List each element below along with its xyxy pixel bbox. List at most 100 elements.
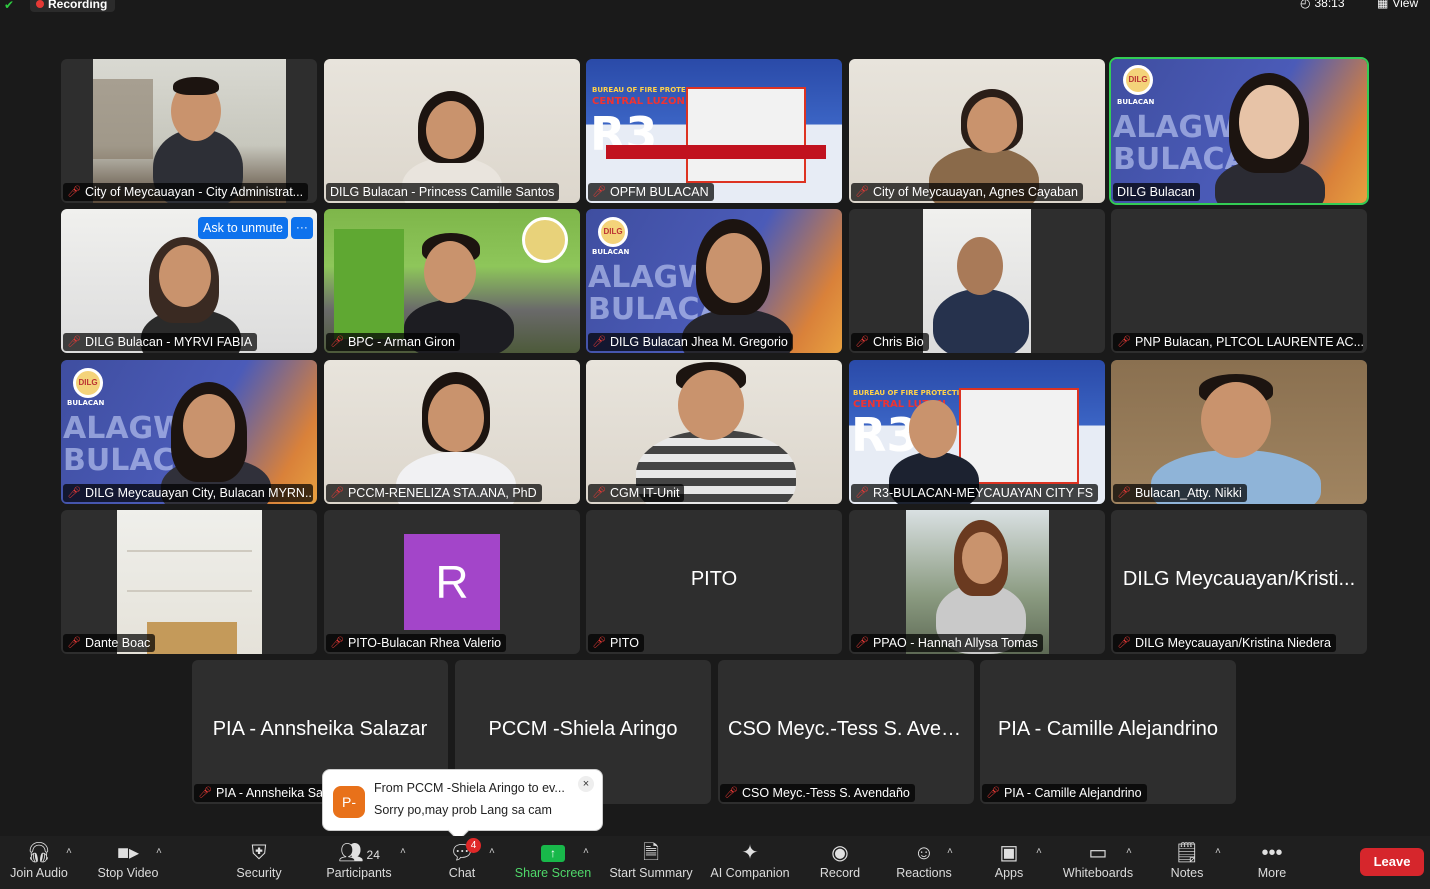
video-tile[interactable]: 🎤︎ Bulacan_Atty. Nikki [1111,360,1367,504]
video-tile[interactable]: 🎤︎ BPC - Arman Giron [324,209,580,353]
video-tile[interactable]: DILG Meycauayan/Kristi... 🎤︎ DILG Meycaua… [1111,510,1367,654]
clock-icon: ◴ [1300,0,1311,10]
chat-notification-message: Sorry po,may prob Lang sa cam [374,803,552,817]
view-button[interactable]: ▦ View [1377,0,1418,10]
chat-notification[interactable]: P- From PCCM -Shiela Aringo to ev... Sor… [322,769,603,831]
close-notification-button[interactable]: × [578,776,594,792]
video-tile[interactable]: 🎤︎ CGM IT-Unit [586,360,842,504]
participant-name: 🎤︎ R3-BULACAN-MEYCAUAYAN CITY FS [851,484,1099,502]
record-button[interactable]: ◉ Record [814,836,866,889]
chevron-up-icon[interactable]: ˄ [400,846,406,857]
video-tile[interactable]: 🎤︎ PNP Bulacan, PLTCOL LAURENTE AC... [1111,209,1367,353]
video-camera-icon: ■▸ [116,842,140,864]
chevron-up-icon[interactable]: ˄ [1126,846,1132,857]
video-tile[interactable]: 🎤︎ City of Meycauayan, Agnes Cayaban [849,59,1105,203]
security-button[interactable]: ⛨ Security [226,836,292,889]
participant-name: 🎤︎ CSO Meyc.-Tess S. Avendaño [720,784,915,802]
video-feed [923,209,1031,353]
video-tile[interactable]: DILG BULACAN ALAGWA BULACAN 🎤︎ DILG Meyca… [61,360,317,504]
chevron-up-icon[interactable]: ˄ [1215,846,1221,857]
chevron-up-icon[interactable]: ˄ [1036,846,1042,857]
fire-region-text: CENTRAL LUZON [592,96,685,107]
dilg-logo: DILG [598,217,628,247]
start-summary-button[interactable]: 🗎︎ Start Summary [606,836,696,889]
video-tile[interactable]: BUREAU OF FIRE PROTECTION CENTRAL LUZON … [849,360,1105,504]
dilg-logo: DILG [1123,65,1153,95]
view-label: View [1392,0,1419,10]
video-tile[interactable]: PITO 🎤︎ PITO [586,510,842,654]
join-audio-button[interactable]: 🎧︎ Join Audio [4,836,74,889]
apps-button[interactable]: ▣ Apps [988,836,1030,889]
video-feed: DILG BULACAN ALAGWA BULACAN [61,360,317,504]
muted-mic-icon: 🎤︎ [986,787,1000,799]
video-tile[interactable]: 🎤︎ City of Meycauayan - City Administrat.… [61,59,317,203]
muted-mic-icon: 🎤︎ [330,487,344,499]
video-feed: BUREAU OF FIRE PROTECTION CENTRAL LUZON … [586,59,842,203]
video-feed [324,209,580,353]
video-feed [117,510,262,654]
video-tile[interactable]: 🎤︎ Dante Boac [61,510,317,654]
dilg-logo: DILG [73,368,103,398]
video-feed [586,360,842,504]
chat-unread-badge: 4 [466,838,481,853]
chevron-up-icon[interactable]: ˄ [66,846,72,857]
ai-companion-button[interactable]: ✦ AI Companion [706,836,794,889]
chevron-up-icon[interactable]: ˄ [947,846,953,857]
video-feed: DILG BULACAN ALAGWA BULACAN [1111,59,1367,203]
sender-avatar: P- [333,786,365,818]
video-tile[interactable]: PIA - Camille Alejandrino 🎤︎ PIA - Camill… [980,660,1236,804]
participant-name: 🎤︎ PITO-Bulacan Rhea Valerio [326,634,507,652]
participant-display-name: DILG Meycauayan/Kristi... [1122,568,1356,590]
chevron-up-icon[interactable]: ˄ [156,846,162,857]
muted-mic-icon: 🎤︎ [592,637,606,649]
participants-button[interactable]: 👥︎ 24 Participants [320,836,398,889]
participant-display-name: PITO [690,568,738,590]
video-tile[interactable]: 🎤︎ Chris Bio [849,209,1105,353]
shield-check-icon[interactable]: ✔ [4,0,18,12]
whiteboards-button[interactable]: ▭ Whiteboards [1060,836,1136,889]
video-feed [93,59,286,203]
ask-to-unmute-controls: Ask to unmute ··· [198,217,313,239]
notes-button[interactable]: 🗒︎ Notes [1164,836,1210,889]
leave-button[interactable]: Leave [1360,848,1424,876]
participants-count: 24 [366,848,380,862]
video-tile[interactable]: CSO Meyc.-Tess S. Aven... 🎤︎ CSO Meyc.-Te… [718,660,974,804]
record-icon: ◉ [831,842,849,864]
muted-mic-icon: 🎤︎ [724,787,738,799]
muted-mic-icon: 🎤︎ [1117,487,1131,499]
timer-value: 38:13 [1314,0,1345,10]
video-tile[interactable]: DILG BULACAN ALAGWA BULACAN 🎤︎ DILG Bulac… [586,209,842,353]
video-tile[interactable]: Ask to unmute ··· 🎤︎ DILG Bulacan - MYRVI… [61,209,317,353]
participant-name: 🎤︎ Dante Boac [63,634,156,652]
video-feed [324,59,580,203]
share-screen-button[interactable]: ↑ Share Screen [512,836,594,889]
recording-label: Recording [48,0,108,11]
video-tile-active-speaker[interactable]: DILG BULACAN ALAGWA BULACAN DILG Bulacan [1109,57,1369,205]
stop-video-button[interactable]: ■▸ Stop Video [92,836,164,889]
reactions-button[interactable]: ☺ Reactions [892,836,956,889]
muted-mic-icon: 🎤︎ [67,637,81,649]
fire-big-text: R3 [851,408,919,462]
participant-name: 🎤︎ PNP Bulacan, PLTCOL LAURENTE AC... [1113,333,1363,351]
participant-name: 🎤︎ BPC - Arman Giron [326,333,460,351]
chevron-up-icon[interactable]: ˄ [583,846,589,857]
video-tile[interactable]: DILG Bulacan - Princess Camille Santos [324,59,580,203]
video-tile[interactable]: R 🎤︎ PITO-Bulacan Rhea Valerio [324,510,580,654]
participant-name: 🎤︎ DILG Bulacan - MYRVI FABIA [63,333,258,351]
video-tile[interactable]: 🎤︎ PCCM-RENELIZA STA.ANA, PhD [324,360,580,504]
more-button[interactable]: ••• More [1250,836,1294,889]
participant-name: DILG Bulacan [1113,183,1200,201]
participant-name: 🎤︎ CGM IT-Unit [588,484,685,502]
ask-to-unmute-button[interactable]: Ask to unmute [198,217,288,239]
more-options-button[interactable]: ··· [290,217,313,239]
video-feed [849,59,1105,203]
participant-name: 🎤︎ DILG Meycauayan City, Bulacan MYRN... [63,484,313,502]
video-tile[interactable]: BUREAU OF FIRE PROTECTION CENTRAL LUZON … [586,59,842,203]
video-tile[interactable]: 🎤︎ PPAO - Hannah Allysa Tomas [849,510,1105,654]
chevron-up-icon[interactable]: ˄ [489,846,495,857]
recording-indicator[interactable]: Recording [30,0,116,12]
video-feed [324,360,580,504]
participant-name: 🎤︎ Chris Bio [851,333,929,351]
participants-icon: 👥︎ 24 [338,842,380,864]
grid-icon: ▦ [1377,0,1389,10]
